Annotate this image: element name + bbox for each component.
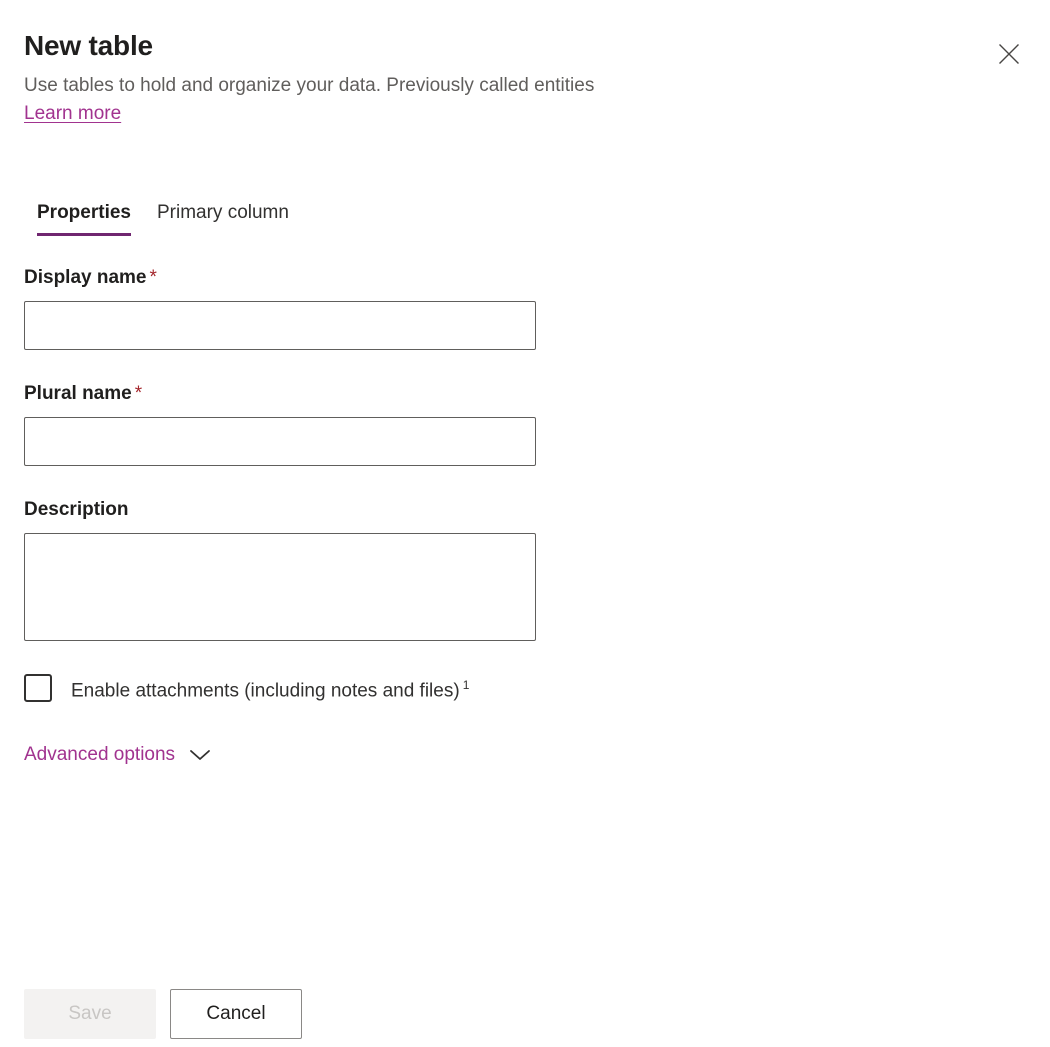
spacer — [24, 466, 536, 497]
display-name-label: Display name* — [24, 265, 536, 291]
description-label: Description — [24, 497, 536, 523]
plural-name-label: Plural name* — [24, 381, 536, 407]
panel-footer: Save Cancel — [24, 989, 302, 1039]
spacer — [24, 350, 536, 381]
learn-more-link[interactable]: Learn more — [24, 101, 121, 127]
tab-list: Properties Primary column — [24, 196, 302, 236]
display-name-input[interactable] — [24, 301, 536, 350]
tab-primary-column[interactable]: Primary column — [144, 196, 302, 236]
panel-header: New table Use tables to hold and organiz… — [24, 28, 1026, 127]
close-icon — [997, 42, 1021, 66]
save-button[interactable]: Save — [24, 989, 156, 1039]
chevron-down-icon — [189, 748, 211, 762]
enable-attachments-checkbox[interactable] — [24, 674, 52, 702]
page-title: New table — [24, 28, 1026, 64]
enable-attachments-checkbox-row[interactable]: Enable attachments (including notes and … — [24, 672, 536, 704]
enable-attachments-label-text: Enable attachments (including notes and … — [71, 680, 460, 701]
advanced-options-label: Advanced options — [24, 742, 175, 768]
field-description: Description — [24, 497, 536, 641]
footnote-marker: 1 — [463, 678, 470, 692]
panel-subtitle: Use tables to hold and organize your dat… — [24, 73, 1026, 99]
field-display-name: Display name* — [24, 265, 536, 350]
cancel-button[interactable]: Cancel — [170, 989, 302, 1039]
properties-form: Display name* Plural name* Description E… — [24, 265, 536, 768]
display-name-label-text: Display name — [24, 267, 147, 288]
plural-name-required-asterisk: * — [135, 383, 142, 404]
advanced-options-toggle[interactable]: Advanced options — [24, 742, 211, 768]
field-plural-name: Plural name* — [24, 381, 536, 466]
plural-name-input[interactable] — [24, 417, 536, 466]
plural-name-label-text: Plural name — [24, 383, 132, 404]
tab-properties[interactable]: Properties — [24, 196, 144, 236]
display-name-required-asterisk: * — [150, 267, 157, 288]
new-table-panel: New table Use tables to hold and organiz… — [0, 0, 1050, 1047]
close-button[interactable] — [988, 33, 1030, 75]
enable-attachments-label: Enable attachments (including notes and … — [71, 672, 469, 704]
description-textarea[interactable] — [24, 533, 536, 641]
